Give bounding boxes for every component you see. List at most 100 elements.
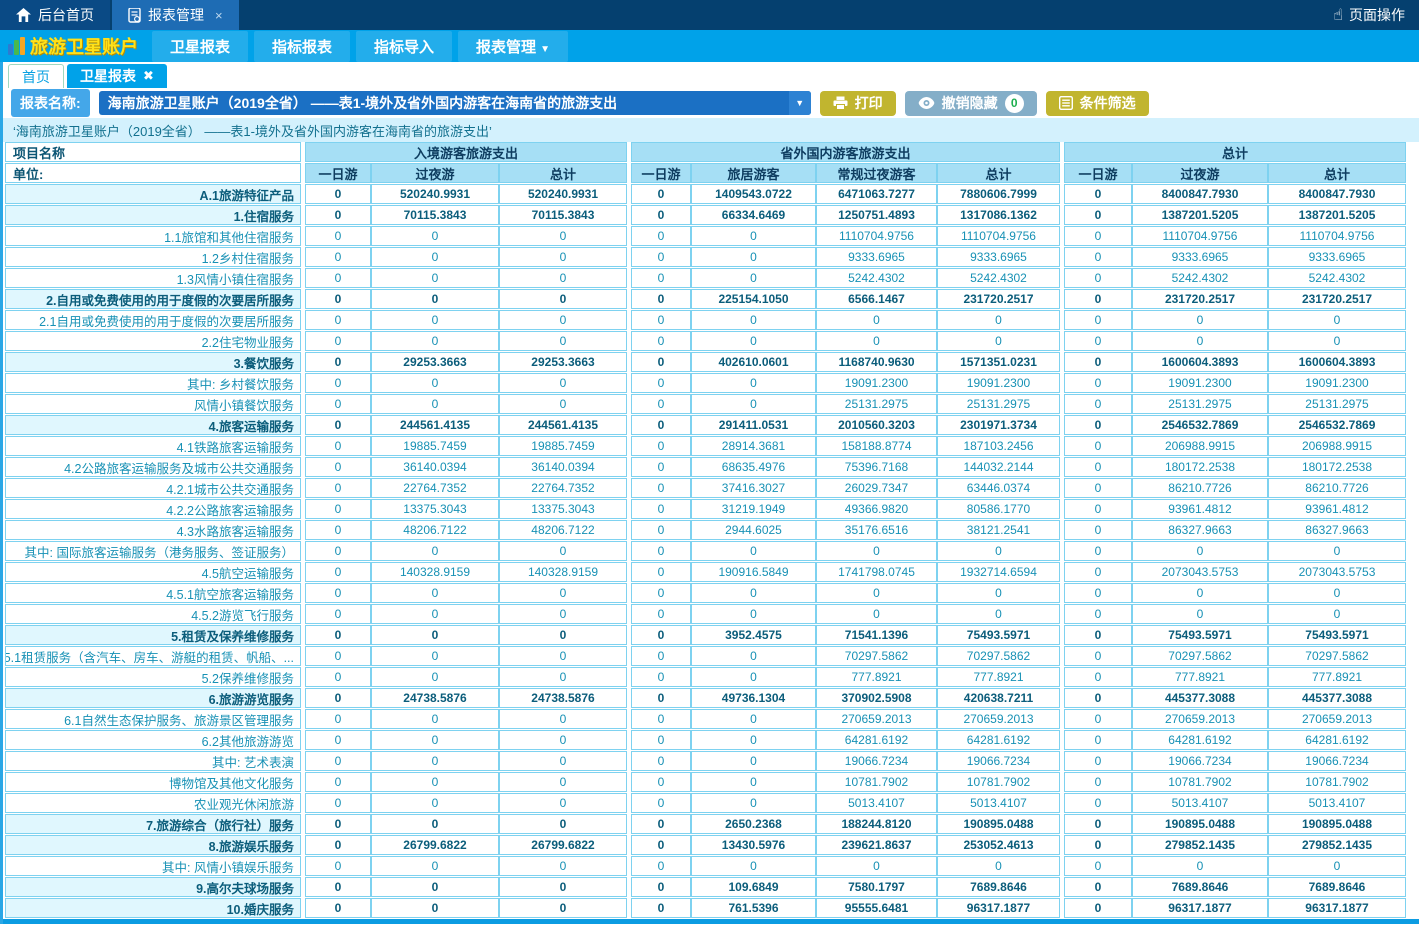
- cell-value: 0: [631, 604, 691, 624]
- unhide-button[interactable]: 撤销隐藏 0: [905, 91, 1037, 116]
- cell-value: 36140.0394: [499, 457, 627, 477]
- cell-value: 0: [691, 667, 816, 687]
- cell-value: 0: [371, 898, 499, 918]
- cell-value: 0: [371, 751, 499, 771]
- cell-value: 0: [1064, 499, 1132, 519]
- cell-value: 5242.4302: [816, 268, 937, 288]
- cell-value: 0: [631, 415, 691, 435]
- row-label: 2.2住宅物业服务: [5, 331, 301, 351]
- nav-item-report-manage[interactable]: 报表管理▼: [458, 31, 568, 62]
- table-row: 4.2.1城市公共交通服务022764.735222764.7352037416…: [5, 478, 1419, 498]
- cell-value: 70297.5862: [937, 646, 1060, 666]
- cell-value: 0: [305, 835, 371, 855]
- top-tab-report[interactable]: 报表管理 ×: [112, 0, 239, 30]
- cell-value: 0: [1064, 541, 1132, 561]
- cell-value: 270659.2013: [937, 709, 1060, 729]
- cell-value: 25131.2975: [1268, 394, 1406, 414]
- page-actions-button[interactable]: ☝ 页面操作: [1319, 0, 1419, 30]
- select-arrow-icon[interactable]: ▼: [789, 91, 811, 115]
- cell-value: 7580.1797: [816, 877, 937, 897]
- report-select-value: 海南旅游卫星账户（2019全省） ——表1-境外及省外国内游客在海南省的旅游支出: [108, 93, 617, 113]
- cell-value: 2010560.3203: [816, 415, 937, 435]
- cell-value: 70297.5862: [1268, 646, 1406, 666]
- cell-value: 144032.2144: [937, 457, 1060, 477]
- table-row: 4.2公路旅客运输服务及城市公共交通服务036140.039436140.039…: [5, 457, 1419, 477]
- cell-value: 70297.5862: [816, 646, 937, 666]
- cell-value: 0: [1064, 478, 1132, 498]
- cell-value: 0: [631, 856, 691, 876]
- row-label: 9.高尔夫球场服务: [5, 877, 301, 897]
- cell-value: 0: [499, 331, 627, 351]
- top-tab-close-icon[interactable]: ×: [215, 8, 223, 23]
- top-tab-home[interactable]: 后台首页: [0, 0, 110, 30]
- cell-value: 0: [1064, 898, 1132, 918]
- close-icon[interactable]: ✖: [143, 68, 154, 84]
- table-row: 博物馆及其他文化服务0000010781.790210781.790201078…: [5, 772, 1419, 792]
- cell-value: 0: [499, 793, 627, 813]
- cell-value: 0: [631, 751, 691, 771]
- cell-value: 0: [1064, 310, 1132, 330]
- cell-value: 0: [371, 625, 499, 645]
- tab-satellite-report[interactable]: 卫星报表 ✖: [67, 64, 167, 88]
- row-label: 5.1租赁服务（含汽车、房车、游艇的租赁、帆船、...: [5, 646, 301, 666]
- cell-value: 0: [631, 205, 691, 225]
- cell-value: 28914.3681: [691, 436, 816, 456]
- cell-value: 0: [305, 394, 371, 414]
- cell-value: 96317.1877: [937, 898, 1060, 918]
- row-label: 5.2保养维修服务: [5, 667, 301, 687]
- table-row: 4.1铁路旅客运输服务019885.745919885.7459028914.3…: [5, 436, 1419, 456]
- nav-item-indicator-report[interactable]: 指标报表: [254, 31, 350, 62]
- row-label: 7.旅游综合（旅行社）服务: [5, 814, 301, 834]
- cell-value: 253052.4613: [937, 835, 1060, 855]
- cell-value: 0: [816, 310, 937, 330]
- cell-value: 0: [631, 478, 691, 498]
- table-row: 1.1旅馆和其他住宿服务000001110704.97561110704.975…: [5, 226, 1419, 246]
- toolbar: 报表名称: 海南旅游卫星账户（2019全省） ——表1-境外及省外国内游客在海南…: [3, 88, 1419, 118]
- cell-value: 0: [691, 709, 816, 729]
- nav-item-satellite-report[interactable]: 卫星报表: [152, 31, 248, 62]
- cell-value: 0: [1064, 646, 1132, 666]
- cell-value: 0: [499, 772, 627, 792]
- cell-value: 0: [371, 541, 499, 561]
- cell-value: 0: [1268, 331, 1406, 351]
- cell-value: 0: [1064, 562, 1132, 582]
- cell-value: 158188.8774: [816, 436, 937, 456]
- cell-value: 70297.5862: [1132, 646, 1268, 666]
- cell-value: 0: [371, 394, 499, 414]
- cell-value: 25131.2975: [816, 394, 937, 414]
- cell-value: 66334.6469: [691, 205, 816, 225]
- cell-value: 5013.4107: [1268, 793, 1406, 813]
- cell-value: 0: [305, 478, 371, 498]
- tab-home[interactable]: 首页: [8, 64, 64, 88]
- table-row: 8.旅游娱乐服务026799.682226799.6822013430.5976…: [5, 835, 1419, 855]
- cell-value: 1600604.3893: [1268, 352, 1406, 372]
- print-button[interactable]: 打印: [820, 91, 896, 116]
- cell-value: 0: [305, 793, 371, 813]
- nav-item-indicator-import[interactable]: 指标导入: [356, 31, 452, 62]
- cell-value: 0: [499, 898, 627, 918]
- cell-value: 64281.6192: [1132, 730, 1268, 750]
- cell-value: 0: [499, 667, 627, 687]
- cell-value: 10781.7902: [1268, 772, 1406, 792]
- cell-value: 7689.8646: [1132, 877, 1268, 897]
- filter-button[interactable]: 条件筛选: [1046, 91, 1149, 116]
- table-row: 5.1租赁服务（含汽车、房车、游艇的租赁、帆船、...0000070297.58…: [5, 646, 1419, 666]
- cell-value: 0: [499, 373, 627, 393]
- cell-value: 206988.9915: [1132, 436, 1268, 456]
- cell-value: 0: [631, 520, 691, 540]
- bottom-border-bar: [3, 919, 1419, 924]
- row-label: 5.租赁及保养维修服务: [5, 625, 301, 645]
- cell-value: 0: [1268, 583, 1406, 603]
- page-actions-label: 页面操作: [1349, 5, 1405, 25]
- cell-value: 5242.4302: [1132, 268, 1268, 288]
- cell-value: 22764.7352: [499, 478, 627, 498]
- cell-value: 291411.0531: [691, 415, 816, 435]
- cell-value: 1600604.3893: [1132, 352, 1268, 372]
- cell-value: 1741798.0745: [816, 562, 937, 582]
- cell-value: 0: [305, 646, 371, 666]
- row-label: 1.3风情小镇住宿服务: [5, 268, 301, 288]
- cell-value: 190895.0488: [937, 814, 1060, 834]
- cell-value: 0: [1268, 310, 1406, 330]
- report-select[interactable]: 海南旅游卫星账户（2019全省） ——表1-境外及省外国内游客在海南省的旅游支出…: [99, 91, 811, 115]
- cell-value: 86327.9663: [1132, 520, 1268, 540]
